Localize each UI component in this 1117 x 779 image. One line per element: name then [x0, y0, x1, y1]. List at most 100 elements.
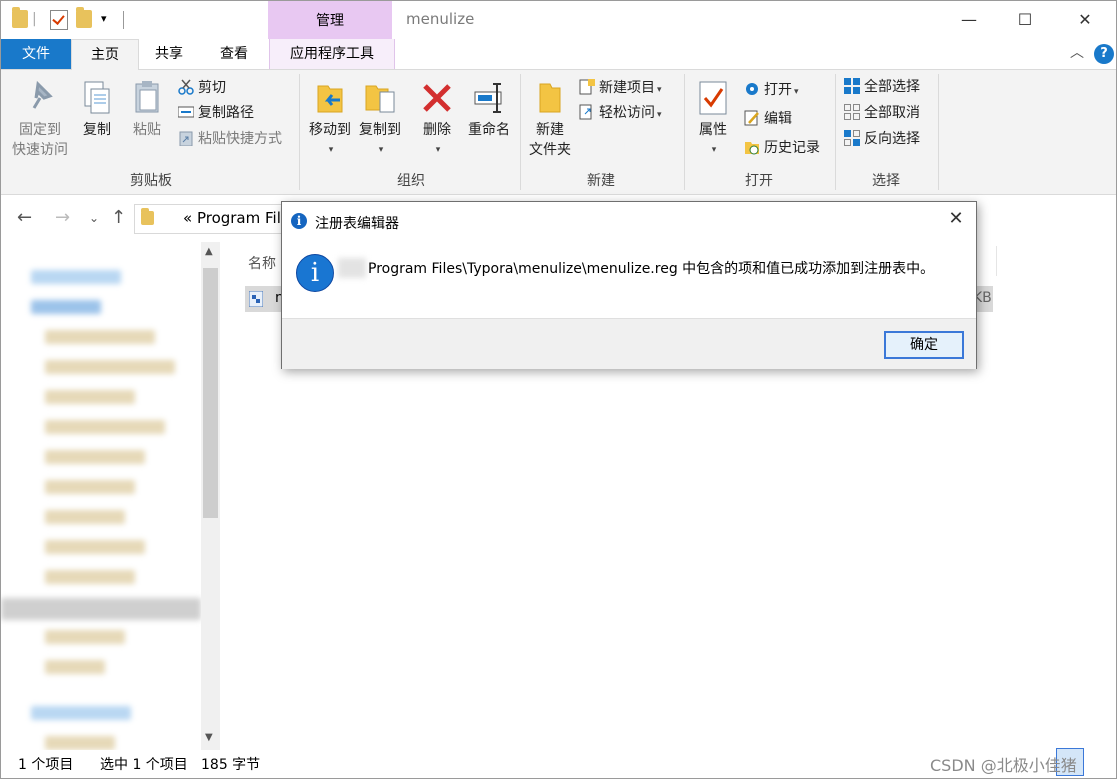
- tree-item-blurred[interactable]: [45, 390, 135, 404]
- easy-access-icon: [579, 104, 595, 120]
- history-label: 历史记录: [764, 140, 820, 156]
- help-icon[interactable]: ?: [1094, 44, 1114, 64]
- column-header-name[interactable]: 名称: [248, 253, 276, 273]
- history-button[interactable]: 历史记录: [744, 137, 820, 159]
- open-dropdown-icon: ▾: [794, 87, 799, 97]
- tree-item-blurred[interactable]: [45, 630, 125, 644]
- tab-app-tools[interactable]: 应用程序工具: [269, 39, 395, 69]
- tree-item-blurred[interactable]: [45, 450, 145, 464]
- new-item-button[interactable]: 新建项目 ▾: [579, 77, 662, 99]
- dialog-close-button[interactable]: ✕: [942, 208, 970, 229]
- edit-pencil-icon: [744, 110, 760, 126]
- maximize-button[interactable]: ☐: [1002, 6, 1048, 34]
- copy-button[interactable]: 复制: [77, 80, 117, 140]
- new-folder-label-2: 文件夹: [529, 142, 571, 158]
- easy-access-button[interactable]: 轻松访问 ▾: [579, 102, 662, 124]
- group-separator: [684, 74, 685, 190]
- rename-button[interactable]: 重命名: [463, 80, 515, 140]
- tree-item-blurred[interactable]: [31, 270, 121, 284]
- collapse-ribbon-icon[interactable]: ︿: [1070, 42, 1084, 62]
- move-to-button[interactable]: 移动到 ▾: [305, 80, 355, 160]
- recent-locations-icon[interactable]: ⌄: [89, 211, 99, 225]
- status-selected: 选中 1 个项目: [100, 757, 188, 773]
- scroll-down-icon[interactable]: ▼: [205, 732, 213, 743]
- invert-selection-button[interactable]: 反向选择: [844, 128, 920, 150]
- group-separator: [938, 74, 939, 190]
- tree-item-blurred[interactable]: [45, 570, 135, 584]
- select-all-button[interactable]: 全部选择: [844, 76, 920, 98]
- copy-to-dropdown-icon: ▾: [378, 145, 384, 155]
- cut-button[interactable]: 剪切: [178, 77, 226, 99]
- tree-item-blurred[interactable]: [45, 480, 135, 494]
- up-arrow-icon[interactable]: ↑: [111, 207, 126, 228]
- title-separator: [123, 11, 124, 29]
- pin-quick-access-button[interactable]: 固定到 快速访问: [7, 80, 73, 160]
- properties-button[interactable]: 属性 ▾: [691, 80, 735, 160]
- group-label-open: 打开: [745, 173, 773, 189]
- qat-customize-icon[interactable]: ▾: [101, 12, 107, 25]
- new-folder-icon[interactable]: [76, 7, 92, 28]
- tree-item-blurred[interactable]: [45, 660, 105, 674]
- tree-item-blurred[interactable]: [45, 540, 145, 554]
- tab-view[interactable]: 查看: [201, 39, 267, 69]
- new-item-dropdown-icon: ▾: [657, 85, 662, 95]
- new-folder-button[interactable]: 新建 文件夹: [525, 80, 575, 160]
- scroll-up-icon[interactable]: ▲: [205, 246, 213, 257]
- edit-button[interactable]: 编辑: [744, 108, 792, 130]
- registry-editor-dialog: i 注册表编辑器 ✕ i Program Files\Typora\menuli…: [281, 201, 977, 369]
- paste-shortcut-icon: [178, 130, 194, 147]
- ok-button[interactable]: 确定: [884, 331, 964, 359]
- scroll-thumb[interactable]: [203, 268, 218, 518]
- properties-check-icon[interactable]: [50, 10, 68, 30]
- new-folder-big-icon: [534, 80, 566, 116]
- group-label-new: 新建: [587, 173, 615, 189]
- close-button[interactable]: ✕: [1062, 6, 1108, 34]
- group-separator: [299, 74, 300, 190]
- edit-label: 编辑: [764, 111, 792, 127]
- easy-access-dropdown-icon: ▾: [657, 110, 662, 120]
- paste-label: 粘贴: [133, 122, 161, 138]
- folder-icon[interactable]: [12, 7, 28, 28]
- tree-item-blurred[interactable]: [31, 300, 101, 314]
- tree-item-blurred[interactable]: [45, 420, 165, 434]
- tab-share[interactable]: 共享: [137, 39, 201, 69]
- open-button[interactable]: 打开 ▾: [744, 79, 799, 101]
- paste-button[interactable]: 粘贴: [127, 80, 167, 140]
- select-none-icon: [844, 104, 860, 120]
- tree-item-blurred[interactable]: [45, 360, 175, 374]
- group-label-organize: 组织: [397, 173, 425, 189]
- delete-x-icon: [421, 80, 453, 116]
- qat-separator: |: [32, 11, 37, 27]
- manage-context-tab[interactable]: 管理: [268, 1, 392, 39]
- copy-path-button[interactable]: 复制路径: [177, 102, 254, 124]
- move-to-dropdown-icon: ▾: [328, 145, 334, 155]
- tree-item-blurred[interactable]: [45, 510, 125, 524]
- group-separator: [520, 74, 521, 190]
- minimize-button[interactable]: —: [946, 6, 992, 34]
- new-folder-label-1: 新建: [536, 122, 564, 138]
- copy-to-button[interactable]: 复制到 ▾: [355, 80, 405, 160]
- select-none-button[interactable]: 全部取消: [844, 102, 920, 124]
- dialog-message: Program Files\Typora\menulize\menulize.r…: [368, 261, 935, 277]
- tab-file[interactable]: 文件: [1, 39, 71, 69]
- cut-label: 剪切: [198, 80, 226, 96]
- copy-label: 复制: [83, 122, 111, 138]
- watermark: CSDN @北极小佳猪: [930, 756, 1077, 775]
- invert-selection-label: 反向选择: [864, 131, 920, 147]
- ribbon-tab-row: 文件 主页 共享 查看 应用程序工具: [1, 39, 1116, 70]
- forward-arrow-icon[interactable]: →: [55, 207, 70, 228]
- tree-item-blurred[interactable]: [45, 736, 115, 750]
- delete-button[interactable]: 删除 ▾: [417, 80, 457, 160]
- navigation-pane[interactable]: [1, 242, 221, 750]
- paste-shortcut-button[interactable]: 粘贴快捷方式: [178, 128, 282, 150]
- tree-item-blurred[interactable]: [45, 330, 155, 344]
- invert-selection-icon: [844, 130, 860, 146]
- tree-item-blurred[interactable]: [31, 706, 131, 720]
- paste-shortcut-label: 粘贴快捷方式: [198, 131, 282, 147]
- tab-home[interactable]: 主页: [71, 39, 139, 70]
- back-arrow-icon[interactable]: ←: [17, 207, 32, 228]
- navigation-pane-scrollbar[interactable]: ▲ ▼: [201, 242, 220, 750]
- column-divider: [996, 246, 997, 276]
- properties-icon: [697, 80, 729, 116]
- tree-item-selected-blurred[interactable]: [1, 598, 201, 620]
